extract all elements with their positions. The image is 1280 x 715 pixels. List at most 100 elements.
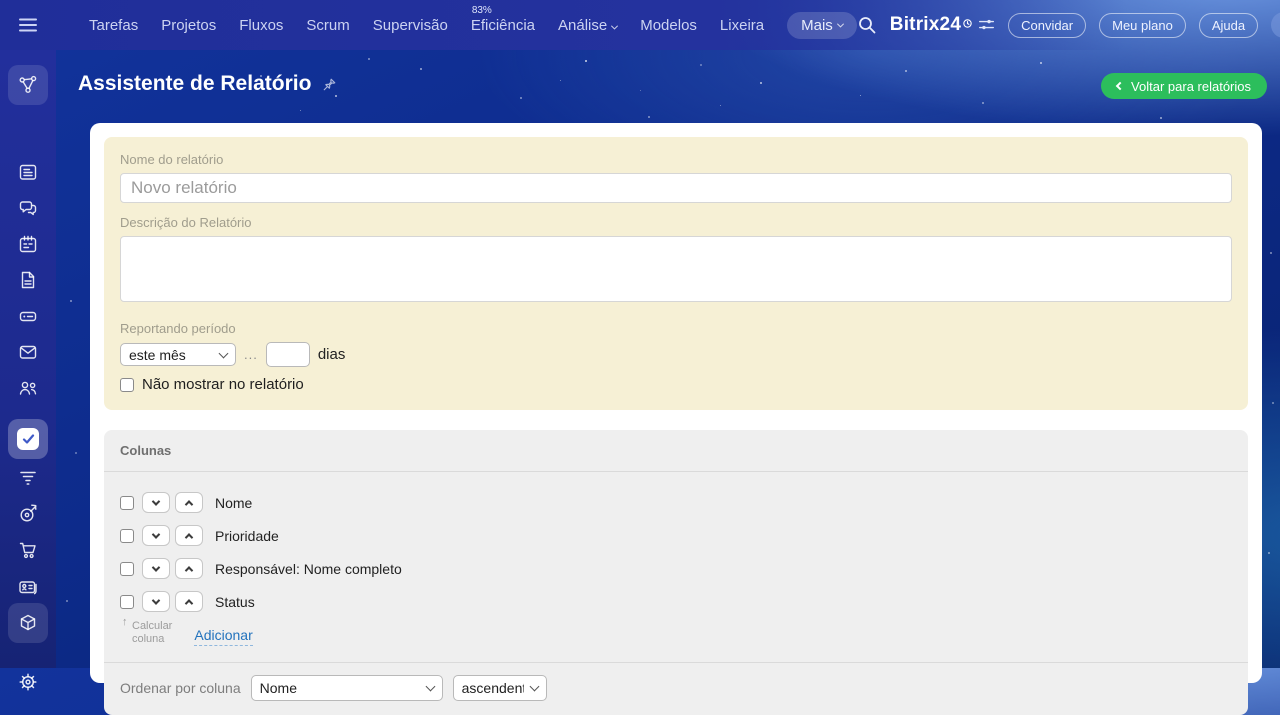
package-box-icon [20, 614, 36, 631]
chevron-down-icon [611, 22, 619, 30]
back-to-reports-button[interactable]: Voltar para relatórios [1101, 73, 1267, 99]
sliders-icon[interactable] [978, 17, 995, 33]
nav-projetos[interactable]: Projetos [161, 17, 216, 34]
sort-column-select[interactable]: Nome [250, 675, 443, 701]
left-sidebar [0, 50, 56, 691]
column-checkbox[interactable] [120, 528, 134, 543]
chevron-up-icon [184, 565, 194, 575]
sidebar-item-settings[interactable] [17, 671, 39, 693]
hide-in-report-label: Não mostrar no relatório [142, 376, 304, 393]
sidebar-item-activity[interactable] [8, 65, 48, 105]
column-row: Prioridade [120, 525, 1232, 546]
shop-cart-icon [19, 542, 36, 559]
nav-lixeira[interactable]: Lixeira [720, 17, 764, 34]
crm-funnel-icon [20, 471, 36, 485]
sidebar-item-market[interactable] [8, 603, 48, 643]
page-title: Assistente de Relatório [78, 72, 338, 96]
sidebar-item-mail[interactable] [17, 341, 39, 363]
nav-eficiencia[interactable]: 83% Eficiência [471, 5, 535, 34]
sidebar-item-contact-center[interactable] [17, 576, 39, 598]
move-up-button[interactable] [175, 525, 203, 546]
period-select[interactable]: este mês [120, 343, 236, 366]
column-label: Prioridade [215, 527, 279, 544]
topbar-right-cluster: Bitrix24 Convidar Meu plano Ajuda [857, 12, 1280, 38]
bitrix24-logo[interactable]: Bitrix24 [890, 14, 995, 36]
clock-widget[interactable]: 10:40 [1271, 12, 1280, 38]
period-separator: ... [244, 347, 258, 362]
columns-panel: Colunas Nome Prioridade Responsável: Nom… [104, 430, 1248, 715]
move-down-button[interactable] [142, 558, 170, 579]
main-nav: Tarefas Projetos Fluxos Scrum Supervisão… [89, 5, 857, 39]
move-down-button[interactable] [142, 591, 170, 612]
sidebar-item-documents[interactable] [17, 269, 39, 291]
invite-button[interactable]: Convidar [1008, 12, 1087, 38]
document-icon [21, 271, 35, 289]
chevron-up-icon [184, 598, 194, 608]
sort-by-column-label: Ordenar por coluna [120, 680, 241, 696]
nav-tarefas[interactable]: Tarefas [89, 17, 138, 34]
sidebar-item-drive[interactable] [17, 305, 39, 327]
column-label: Status [215, 593, 255, 610]
chevron-down-icon [836, 20, 844, 28]
move-down-button[interactable] [142, 525, 170, 546]
move-up-button[interactable] [175, 591, 203, 612]
pushpin-icon[interactable] [321, 76, 338, 93]
chevron-down-icon [151, 595, 161, 605]
sidebar-item-employees[interactable] [17, 377, 39, 399]
days-count-input[interactable] [265, 342, 310, 367]
nav-scrum[interactable]: Scrum [306, 17, 349, 34]
nav-fluxos[interactable]: Fluxos [239, 17, 283, 34]
sidebar-item-tasks-active[interactable] [8, 419, 48, 459]
chevron-up-icon [184, 532, 194, 542]
chevron-down-icon [151, 562, 161, 572]
report-description-label: Descrição do Relatório [120, 215, 252, 230]
drive-icon [19, 311, 37, 322]
contact-card-icon [19, 581, 37, 595]
nav-more-button[interactable]: Mais [787, 11, 857, 39]
days-suffix-label: dias [317, 346, 346, 363]
column-label: Nome [215, 494, 253, 511]
chevron-up-icon [184, 499, 194, 509]
report-name-input[interactable] [120, 173, 1232, 203]
move-up-button[interactable] [175, 492, 203, 513]
column-row: Responsável: Nome completo [120, 558, 1232, 579]
nav-modelos[interactable]: Modelos [640, 17, 697, 34]
columns-header: Colunas [104, 430, 1248, 472]
sidebar-item-crm-funnel[interactable] [17, 466, 39, 488]
marketing-target-icon [20, 504, 37, 522]
nav-supervisao[interactable]: Supervisão [373, 17, 448, 34]
settings-gear-icon [19, 673, 37, 691]
column-row: Nome [120, 492, 1232, 513]
sort-direction-select[interactable]: ascendente [452, 675, 547, 701]
sidebar-item-messenger[interactable] [17, 197, 39, 219]
sidebar-item-shop[interactable] [17, 539, 39, 561]
add-column-link[interactable]: Adicionar [194, 627, 253, 646]
report-wizard-card: Nome do relatório Descrição do Relatório… [90, 123, 1262, 715]
help-button[interactable]: Ajuda [1198, 12, 1259, 38]
sidebar-item-newsfeed[interactable] [17, 161, 39, 183]
logo-clock-icon [963, 19, 972, 28]
sort-row: Ordenar por coluna Nome ascendente [104, 662, 1248, 715]
move-down-button[interactable] [142, 492, 170, 513]
report-description-textarea[interactable] [120, 236, 1232, 302]
arrow-up-icon: ↑ [122, 616, 128, 628]
employees-icon [19, 381, 37, 395]
column-checkbox[interactable] [120, 594, 134, 609]
column-checkbox[interactable] [120, 495, 134, 510]
news-feed-icon [19, 164, 37, 180]
activity-network-icon [19, 75, 37, 93]
search-button[interactable] [857, 15, 877, 35]
hide-in-report-checkbox[interactable] [120, 377, 134, 392]
move-up-button[interactable] [175, 558, 203, 579]
sidebar-item-marketing[interactable] [17, 502, 39, 524]
chevron-down-icon [151, 529, 161, 539]
chevron-down-icon [151, 496, 161, 506]
column-checkbox[interactable] [120, 561, 134, 576]
calc-column-row: ↑ Calcular coluna Adicionar [122, 616, 1232, 646]
hamburger-menu-button[interactable] [0, 17, 56, 33]
my-plan-button[interactable]: Meu plano [1099, 12, 1186, 38]
reporting-period-row: este mês ... dias [120, 342, 1232, 367]
nav-analise[interactable]: Análise [558, 17, 619, 34]
calendar-icon [19, 235, 37, 253]
sidebar-item-calendar[interactable] [17, 233, 39, 255]
